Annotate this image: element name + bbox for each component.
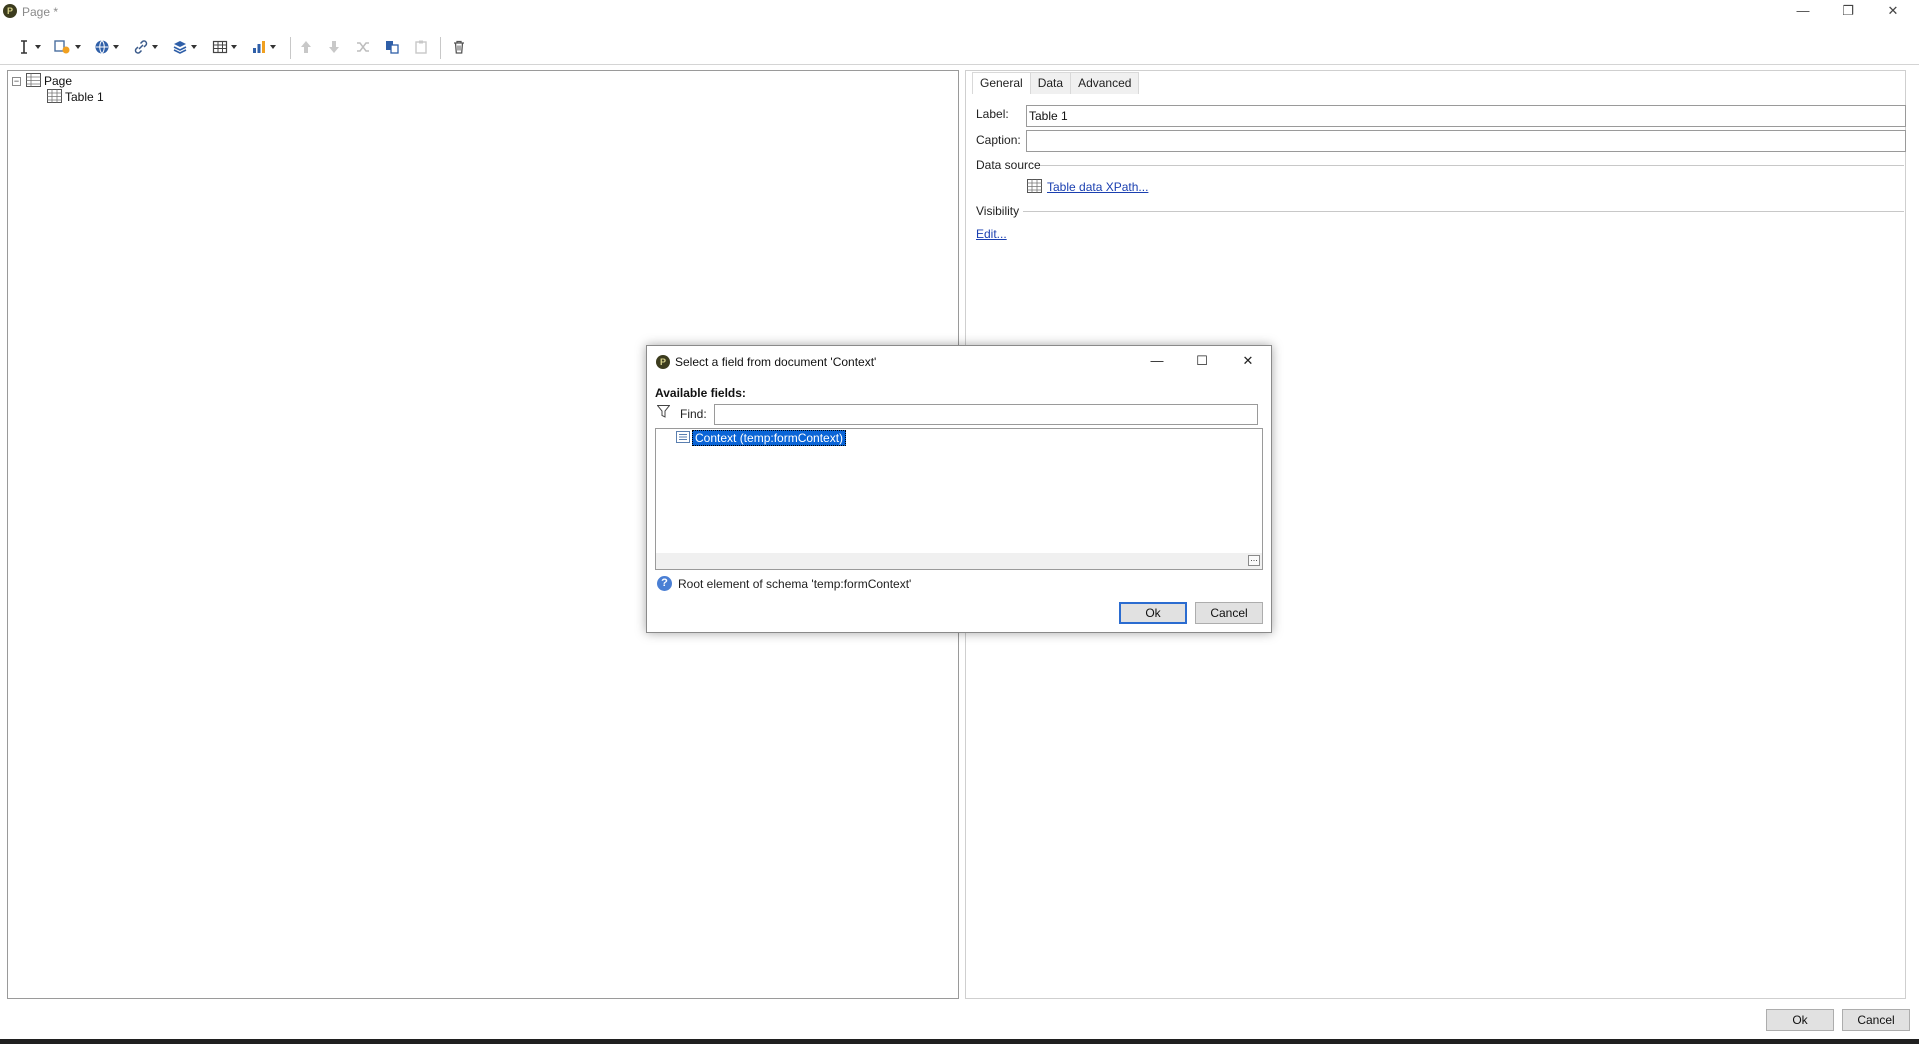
toolbar-divider xyxy=(0,64,1919,65)
collapse-icon[interactable]: − xyxy=(12,76,21,86)
add-element-icon xyxy=(54,39,72,55)
table-data-xpath-link[interactable]: Table data XPath... xyxy=(1047,180,1148,194)
dialog-maximize-button[interactable]: ☐ xyxy=(1187,350,1217,372)
app-logo-icon: P xyxy=(3,4,17,18)
insert-field-button[interactable] xyxy=(16,36,41,58)
dialog-cancel-button[interactable]: Cancel xyxy=(1195,602,1263,624)
move-up-icon xyxy=(298,39,314,55)
stack-icon xyxy=(172,39,188,55)
dialog-minimize-button[interactable]: — xyxy=(1142,350,1172,372)
resize-grip-icon[interactable] xyxy=(1248,555,1260,569)
tree-node-label: Table 1 xyxy=(65,90,104,104)
dialog-close-button[interactable]: ✕ xyxy=(1233,350,1263,372)
window-titlebar: P Page * — ❐ ✕ xyxy=(0,0,1919,24)
chevron-down-icon xyxy=(35,45,41,49)
dialog-title: Select a field from document 'Context' xyxy=(675,355,877,369)
window-close-button[interactable]: ✕ xyxy=(1871,0,1915,22)
tree-node-table-1[interactable]: Table 1 xyxy=(47,88,104,106)
chevron-down-icon xyxy=(75,45,81,49)
move-up-button[interactable] xyxy=(298,36,314,58)
ok-button[interactable]: Ok xyxy=(1766,1009,1834,1031)
globe-icon xyxy=(94,39,110,55)
help-icon: ? xyxy=(657,576,672,591)
table-button[interactable] xyxy=(212,36,237,58)
horizontal-scrollbar[interactable] xyxy=(656,553,1262,569)
link-button[interactable] xyxy=(133,36,158,58)
section-divider xyxy=(1023,211,1904,212)
label-input[interactable] xyxy=(1026,105,1906,127)
select-field-dialog: P Select a field from document 'Context'… xyxy=(646,345,1272,633)
move-down-button[interactable] xyxy=(326,36,342,58)
label-caption: Label: xyxy=(976,107,1009,121)
toolbar-separator xyxy=(290,37,291,59)
chevron-down-icon xyxy=(231,45,237,49)
data-source-heading: Data source xyxy=(976,158,1041,172)
visibility-heading: Visibility xyxy=(976,204,1020,218)
delete-button[interactable] xyxy=(451,36,467,58)
window-restore-button[interactable]: ❐ xyxy=(1826,0,1870,22)
visibility-edit-link[interactable]: Edit... xyxy=(976,227,1007,241)
element-icon xyxy=(676,430,690,446)
chevron-down-icon xyxy=(113,45,119,49)
tree-node-page[interactable]: − Page xyxy=(12,72,73,90)
tab-general[interactable]: General xyxy=(972,72,1031,94)
paste-icon xyxy=(413,39,429,55)
tab-data[interactable]: Data xyxy=(1029,72,1072,94)
toolbar-separator xyxy=(440,37,441,59)
chevron-down-icon xyxy=(270,45,276,49)
chevron-down-icon xyxy=(191,45,197,49)
find-label: Find: xyxy=(680,407,707,421)
shuffle-icon xyxy=(355,39,371,55)
delete-icon xyxy=(451,39,467,55)
add-element-button[interactable] xyxy=(54,36,81,58)
move-down-icon xyxy=(326,39,342,55)
chevron-down-icon xyxy=(152,45,158,49)
window-title: Page * xyxy=(22,5,59,19)
available-fields-label: Available fields: xyxy=(655,386,746,400)
caption-caption: Caption: xyxy=(976,133,1021,147)
available-fields-tree: Context (temp:formContext) xyxy=(655,428,1263,570)
selected-field-label: Context (temp:formContext) xyxy=(692,430,847,446)
insert-field-icon xyxy=(16,39,32,55)
table-icon xyxy=(212,39,228,55)
filter-icon xyxy=(656,405,671,421)
tree-node-label: Page xyxy=(44,74,73,88)
table-icon xyxy=(47,88,62,106)
section-divider xyxy=(1040,165,1904,166)
container-button[interactable] xyxy=(172,36,197,58)
tab-advanced[interactable]: Advanced xyxy=(1070,72,1140,94)
link-icon xyxy=(133,39,149,55)
window-minimize-button[interactable]: — xyxy=(1781,0,1825,22)
find-input[interactable] xyxy=(714,404,1258,425)
web-element-button[interactable] xyxy=(94,36,119,58)
caption-input[interactable] xyxy=(1026,130,1906,152)
chart-icon xyxy=(251,39,267,55)
app-logo-icon: P xyxy=(656,355,670,369)
field-item-context[interactable]: Context (temp:formContext) xyxy=(676,430,847,446)
table-icon xyxy=(1027,179,1042,196)
properties-tabs: General Data Advanced xyxy=(972,72,1140,94)
dialog-ok-button[interactable]: Ok xyxy=(1119,602,1187,624)
main-toolbar xyxy=(0,30,1919,64)
copy-icon xyxy=(384,39,400,55)
copy-button[interactable] xyxy=(384,36,400,58)
chart-button[interactable] xyxy=(251,36,276,58)
cancel-button[interactable]: Cancel xyxy=(1842,1009,1910,1031)
page-icon xyxy=(26,72,41,90)
taskbar-edge xyxy=(0,1039,1919,1044)
paste-button[interactable] xyxy=(413,36,429,58)
help-description: Root element of schema 'temp:formContext… xyxy=(678,577,912,591)
shuffle-button[interactable] xyxy=(355,36,371,58)
